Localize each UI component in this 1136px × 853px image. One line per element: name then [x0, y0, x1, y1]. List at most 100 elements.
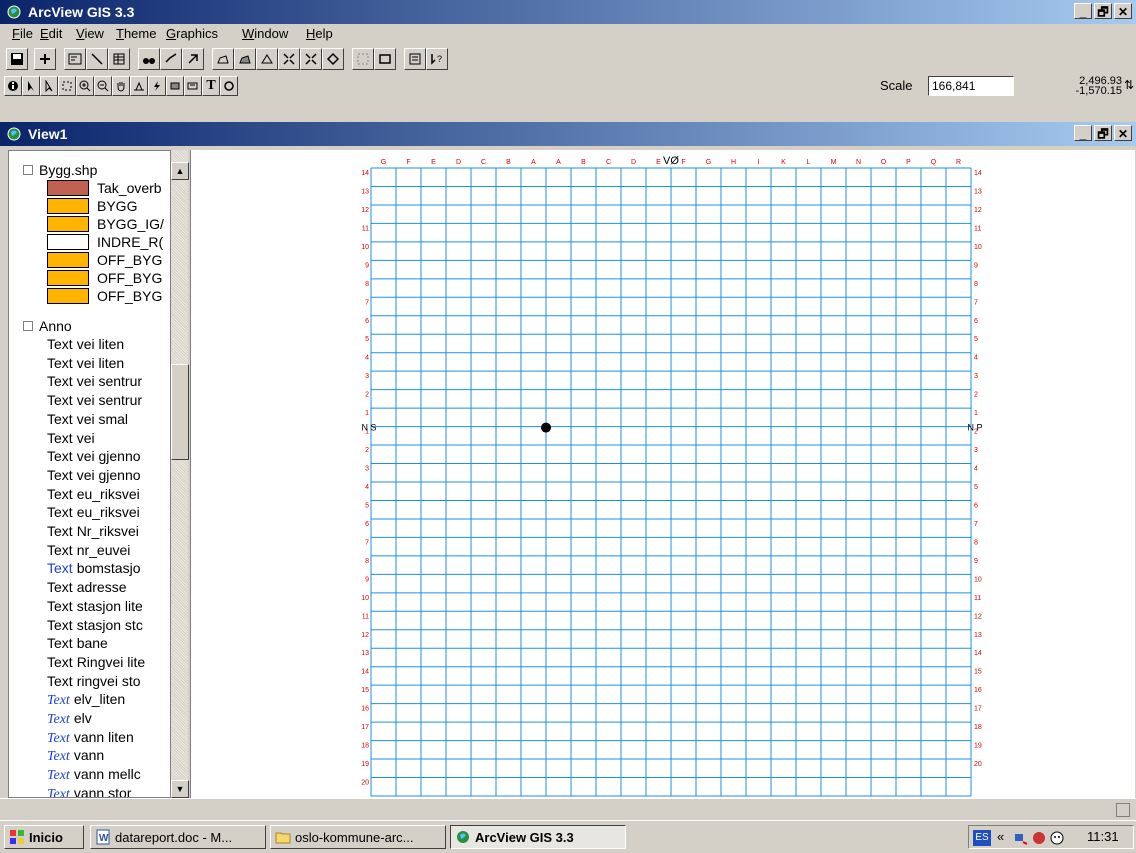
anno-item[interactable]: Text stasjon lite	[47, 597, 143, 615]
anno-item[interactable]: Text vann stor	[47, 784, 131, 797]
zoom-out-icon[interactable]	[300, 48, 322, 70]
hotlink-icon[interactable]	[148, 76, 166, 96]
legend-swatch[interactable]	[47, 252, 89, 268]
pointer-icon[interactable]	[22, 76, 40, 96]
theme-visibility-checkbox[interactable]	[23, 321, 33, 331]
edit-legend-icon[interactable]	[86, 48, 108, 70]
open-table-icon[interactable]	[108, 48, 130, 70]
grid-row-label-right: 11	[974, 225, 981, 232]
zoom-out-tool-icon[interactable]	[94, 76, 112, 96]
minimize-button[interactable]: _	[1074, 3, 1092, 19]
anno-item[interactable]: Text vei liten	[47, 335, 124, 353]
legend-swatch[interactable]	[47, 180, 89, 196]
anno-item[interactable]: Text vei smal	[47, 410, 128, 428]
clear-selection-icon[interactable]	[374, 48, 396, 70]
zoom-full-extent-icon[interactable]	[212, 48, 234, 70]
draw-icon[interactable]	[220, 76, 238, 96]
anno-item[interactable]: Text eu_riksvei	[47, 503, 140, 521]
anno-item[interactable]: Text ringvei sto	[47, 672, 141, 690]
zoom-previous-icon[interactable]	[322, 48, 344, 70]
zoom-to-selected-icon[interactable]	[256, 48, 278, 70]
vertex-edit-icon[interactable]	[40, 76, 58, 96]
anno-item[interactable]: Text adresse	[47, 578, 127, 596]
center-point-marker	[541, 422, 551, 433]
menu-file[interactable]: File	[12, 26, 33, 41]
anno-item[interactable]: Text vei	[47, 429, 95, 447]
map-display[interactable]: G F E D C B A A B C D E F G H I K L M N O P Q R VØ 14 13 12 11 10 9 8 7 6…	[190, 150, 1135, 798]
save-icon[interactable]	[6, 48, 28, 70]
anno-item[interactable]: Text Ringvei lite	[47, 653, 145, 671]
taskbar-item-word[interactable]: W datareport.doc - M...	[90, 825, 266, 849]
anno-item[interactable]: Text vei gjenno	[47, 466, 141, 484]
anno-item[interactable]: Text vei sentrur	[47, 372, 142, 390]
tray-expand-icon[interactable]: «	[997, 829, 1004, 844]
locate-address-icon[interactable]	[160, 48, 182, 70]
select-feature-tool-icon[interactable]	[58, 76, 76, 96]
anno-item[interactable]: Text bomstasjo	[47, 559, 141, 577]
menu-graphics[interactable]: Graphics	[166, 26, 218, 41]
theme-visibility-checkbox[interactable]	[23, 165, 33, 175]
scroll-down-arrow-icon[interactable]: ▼	[171, 780, 189, 798]
anno-item[interactable]: Text vei liten	[47, 354, 124, 372]
zoom-to-themes-icon[interactable]	[234, 48, 256, 70]
text-symbol: Text	[47, 560, 73, 577]
menu-view[interactable]: View	[76, 26, 104, 41]
anno-item[interactable]: Text elv	[47, 709, 92, 727]
menu-theme[interactable]: Theme	[116, 26, 156, 41]
zoom-in-icon[interactable]	[278, 48, 300, 70]
query-builder-icon[interactable]	[182, 48, 204, 70]
anno-item[interactable]: Text Nr_riksvei	[47, 522, 139, 540]
messenger-icon[interactable]	[1049, 830, 1065, 846]
legend-swatch[interactable]	[47, 270, 89, 286]
menu-help[interactable]: Help	[306, 26, 333, 41]
measure-icon[interactable]	[130, 76, 148, 96]
scale-input[interactable]: 166,841	[928, 76, 1014, 96]
help-icon[interactable]: ?	[426, 48, 448, 70]
map-canvas[interactable]: G F E D C B A A B C D E F G H I K L M N O P Q RVØ14131211109876…	[191, 150, 1135, 798]
show-layout-icon[interactable]	[404, 48, 426, 70]
toc-scrollbar[interactable]: ▲ ▼	[170, 150, 189, 798]
pan-icon[interactable]	[112, 76, 130, 96]
taskbar-item-folder[interactable]: oslo-kommune-arc...	[270, 825, 446, 849]
find-icon[interactable]	[138, 48, 160, 70]
identify-icon[interactable]	[4, 76, 22, 96]
network-icon[interactable]	[1013, 830, 1029, 846]
language-indicator[interactable]: ES	[973, 830, 991, 846]
taskbar-item-arcview[interactable]: ArcView GIS 3.3	[450, 825, 626, 849]
menu-edit[interactable]: Edit	[40, 26, 62, 41]
view-restore-button[interactable]: 🗗	[1094, 125, 1112, 141]
anno-item[interactable]: Text eu_riksvei	[47, 485, 140, 503]
anno-item[interactable]: Text vei sentrur	[47, 391, 142, 409]
legend-swatch[interactable]	[47, 288, 89, 304]
theme-bygg[interactable]: Bygg.shp	[9, 161, 169, 179]
area-of-interest-icon[interactable]	[166, 76, 184, 96]
add-theme-icon[interactable]	[34, 48, 56, 70]
label-icon[interactable]	[184, 76, 202, 96]
restore-button[interactable]: 🗗	[1094, 3, 1112, 19]
anno-item[interactable]: Text bane	[47, 634, 108, 652]
menu-window[interactable]: Window	[242, 26, 288, 41]
scroll-up-arrow-icon[interactable]: ▲	[171, 162, 189, 180]
anno-item[interactable]: Text stasjon stc	[47, 616, 143, 634]
theme-anno[interactable]: Anno	[9, 317, 169, 335]
anno-item[interactable]: Text nr_euvei	[47, 541, 130, 559]
legend-swatch[interactable]	[47, 198, 89, 214]
text-tool-icon[interactable]: T	[202, 76, 220, 96]
close-button[interactable]: ✕	[1114, 3, 1132, 19]
zoom-in-tool-icon[interactable]	[76, 76, 94, 96]
anno-item[interactable]: Text vann	[47, 746, 104, 764]
view-minimize-button[interactable]: _	[1074, 125, 1092, 141]
legend-swatch[interactable]	[47, 216, 89, 232]
anno-item[interactable]: Text elv_liten	[47, 690, 125, 708]
select-features-icon[interactable]	[352, 48, 374, 70]
view-title: View1	[28, 126, 68, 142]
antivirus-icon[interactable]	[1031, 830, 1047, 846]
anno-item[interactable]: Text vann mellc	[47, 765, 141, 783]
start-button[interactable]: Inicio	[4, 825, 84, 849]
view-close-button[interactable]: ✕	[1114, 125, 1132, 141]
anno-item[interactable]: Text vei gjenno	[47, 447, 141, 465]
legend-swatch[interactable]	[47, 234, 89, 250]
theme-properties-icon[interactable]	[64, 48, 86, 70]
anno-item[interactable]: Text vann liten	[47, 728, 134, 746]
scroll-thumb[interactable]	[171, 364, 189, 460]
